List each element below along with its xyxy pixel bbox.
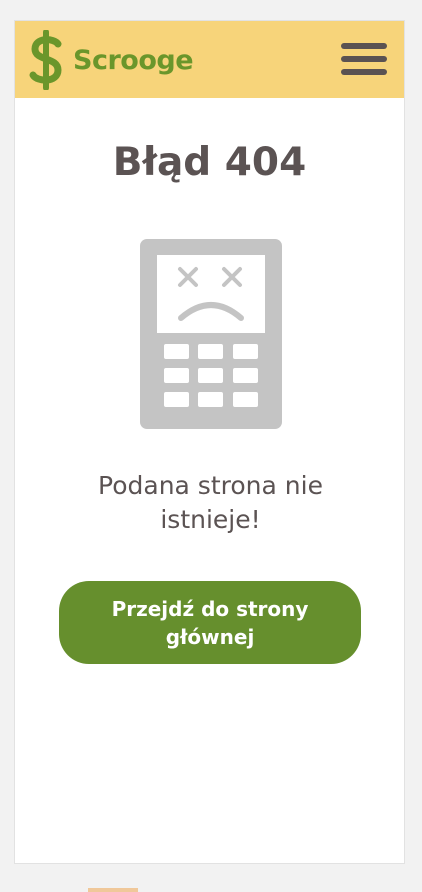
sad-phone-icon	[140, 239, 282, 429]
brand-name: Scrooge	[73, 44, 194, 76]
header: Scrooge	[15, 21, 404, 98]
dollar-sign-icon	[29, 30, 62, 90]
brand-logo[interactable]: Scrooge	[27, 30, 194, 90]
page-title: Błąd 404	[112, 140, 307, 185]
go-home-button[interactable]: Przejdź do strony głównej	[59, 581, 361, 664]
page-frame: Scrooge Błąd 404 Podana strona nie istni…	[14, 20, 405, 864]
hamburger-menu-icon[interactable]	[341, 41, 389, 78]
error-message: Podana strona nie istnieje!	[98, 471, 323, 534]
bottom-bar-indicator	[88, 888, 138, 892]
